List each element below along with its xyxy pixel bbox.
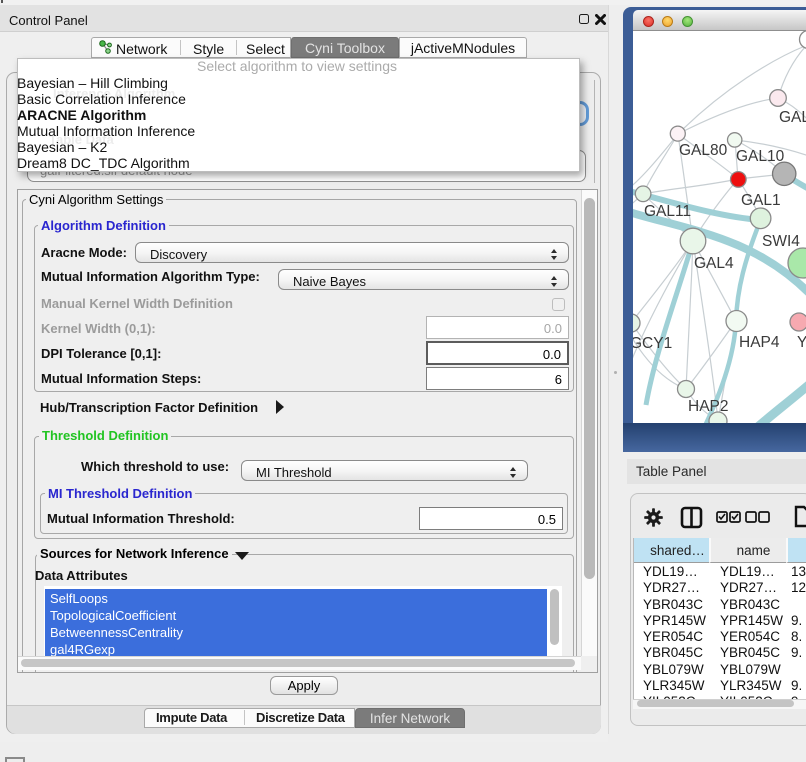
svg-text:GAL: GAL (779, 109, 806, 126)
svg-text:HAP2: HAP2 (688, 398, 729, 415)
svg-text:GAL1: GAL1 (741, 192, 781, 209)
svg-text:GAL4: GAL4 (694, 255, 734, 272)
svg-text:Y: Y (797, 334, 806, 351)
svg-text:HAP4: HAP4 (739, 334, 780, 351)
svg-text:SWI4: SWI4 (762, 233, 800, 250)
svg-text:GAL11: GAL11 (644, 203, 691, 220)
svg-text:GAL80: GAL80 (679, 142, 728, 159)
svg-text:GAL10: GAL10 (736, 148, 785, 165)
svg-text:GCY1: GCY1 (633, 335, 672, 352)
